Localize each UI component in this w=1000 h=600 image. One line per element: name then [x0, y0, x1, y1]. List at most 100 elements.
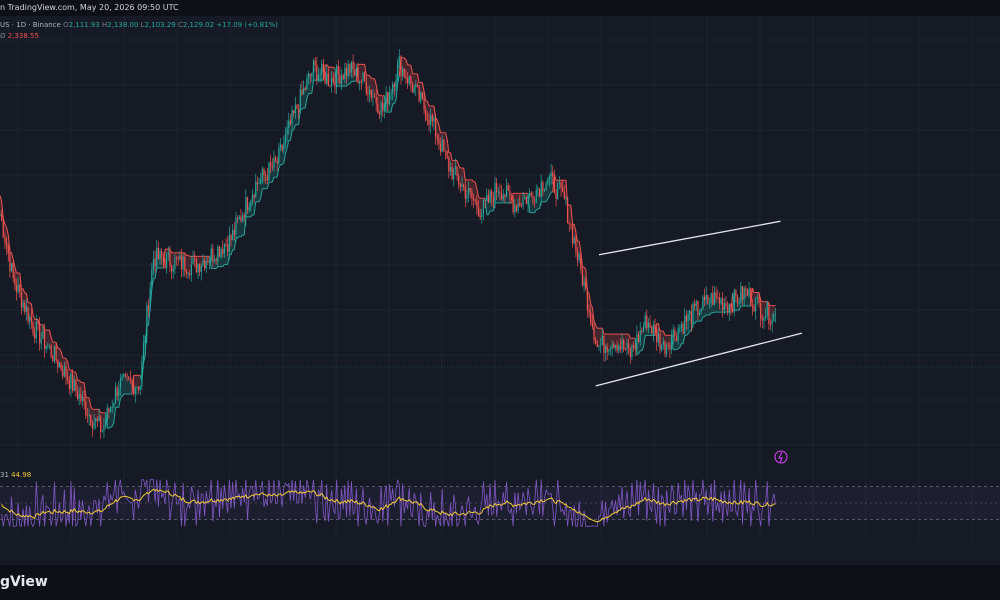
- candle-body: [608, 349, 610, 352]
- candle-body: [162, 257, 164, 261]
- candle-body: [119, 378, 122, 389]
- candle-body: [2, 220, 4, 238]
- candle-body: [271, 165, 273, 168]
- candle-body: [713, 292, 716, 305]
- candle-body: [588, 310, 590, 313]
- candle-body: [474, 200, 476, 202]
- candle-body: [220, 248, 222, 257]
- candle-body: [570, 223, 572, 225]
- candle-body: [534, 202, 536, 203]
- candle-body: [67, 377, 69, 381]
- candle-body: [350, 61, 353, 73]
- candle-body: [307, 73, 310, 79]
- candle-body: [687, 314, 689, 322]
- candle-body: [689, 311, 691, 315]
- candle-body: [317, 74, 320, 81]
- candle-body: [144, 335, 146, 343]
- candle-body: [373, 96, 376, 98]
- chart-area[interactable]: MarAprMayJunJulAugSepOctNovDec2026FebMar…: [0, 16, 1000, 540]
- candle-body: [573, 238, 575, 244]
- candle-body: [377, 103, 379, 113]
- candle-body: [274, 157, 277, 161]
- lightning-icon[interactable]: [774, 450, 788, 464]
- candle-body: [86, 415, 89, 417]
- candle-body: [758, 296, 760, 304]
- candle-body: [156, 247, 158, 267]
- candle-body: [75, 379, 77, 392]
- candle-body: [199, 263, 201, 272]
- candle-body: [411, 84, 414, 93]
- candle-body: [263, 168, 265, 175]
- candle-body: [476, 200, 478, 208]
- candle-body: [453, 169, 455, 180]
- candle-body: [505, 185, 508, 197]
- candle-body: [410, 76, 412, 85]
- candle-body: [515, 205, 518, 211]
- candle-body: [298, 108, 300, 113]
- candle-body: [30, 316, 32, 323]
- candle-body: [243, 215, 245, 218]
- candle-body: [19, 285, 21, 292]
- candle-body: [352, 61, 354, 70]
- candle-body: [565, 197, 567, 199]
- candle-body: [444, 150, 447, 152]
- trend-line: [74, 371, 77, 373]
- rsi-value: 44.98: [11, 471, 32, 479]
- candle-body: [121, 376, 123, 379]
- candle-body: [223, 244, 225, 254]
- candle-body: [270, 162, 272, 166]
- candle-body: [471, 191, 473, 199]
- candle-body: [644, 315, 646, 328]
- candle-body: [448, 157, 450, 172]
- candle-body: [382, 102, 384, 112]
- price-chart[interactable]: MarAprMayJunJulAugSepOctNovDec2026FebMar…: [0, 16, 1000, 540]
- candle-body: [621, 340, 623, 350]
- candle-body: [96, 418, 98, 421]
- candle-body: [562, 187, 564, 193]
- candle-body: [138, 386, 140, 390]
- candle-body: [50, 345, 52, 357]
- candle-body: [213, 259, 216, 262]
- candle-body: [613, 344, 615, 349]
- candle-body: [458, 176, 460, 185]
- candle-body: [60, 363, 62, 371]
- candle-body: [246, 196, 249, 211]
- candle-body: [362, 73, 364, 82]
- candle-body: [557, 183, 559, 200]
- candle-body: [392, 83, 394, 93]
- candle-body: [326, 73, 328, 84]
- candle-body: [171, 266, 173, 272]
- candle-body: [514, 205, 516, 213]
- candle-body: [131, 380, 133, 383]
- candle-body: [339, 74, 341, 84]
- candle-body: [670, 337, 673, 350]
- candle-body: [598, 345, 600, 347]
- candle-body: [773, 314, 775, 321]
- candle-body: [85, 401, 87, 416]
- candle-body: [723, 303, 725, 311]
- candle-body: [116, 387, 118, 397]
- candle-body: [553, 176, 555, 194]
- candle-body: [725, 303, 727, 306]
- candle-body: [164, 260, 166, 268]
- symbol-label: US · 1D · Binance: [0, 21, 61, 29]
- candle-body: [205, 261, 207, 269]
- candle-body: [499, 191, 501, 194]
- candle-body: [372, 96, 374, 98]
- candle-body: [748, 288, 750, 296]
- candle-body: [547, 178, 549, 184]
- candle-body: [337, 66, 339, 75]
- candle-body: [161, 251, 163, 258]
- candle-body: [454, 166, 456, 170]
- candle-body: [695, 301, 697, 306]
- candle-body: [268, 162, 270, 181]
- candle-body: [596, 343, 598, 347]
- candle-body: [281, 144, 283, 150]
- candle-body: [727, 305, 729, 313]
- candle-body: [692, 303, 694, 324]
- candle-body: [702, 296, 704, 309]
- candle-body: [637, 334, 640, 342]
- candle-body: [154, 258, 156, 267]
- candle-body: [225, 244, 227, 246]
- candle-body: [152, 258, 155, 270]
